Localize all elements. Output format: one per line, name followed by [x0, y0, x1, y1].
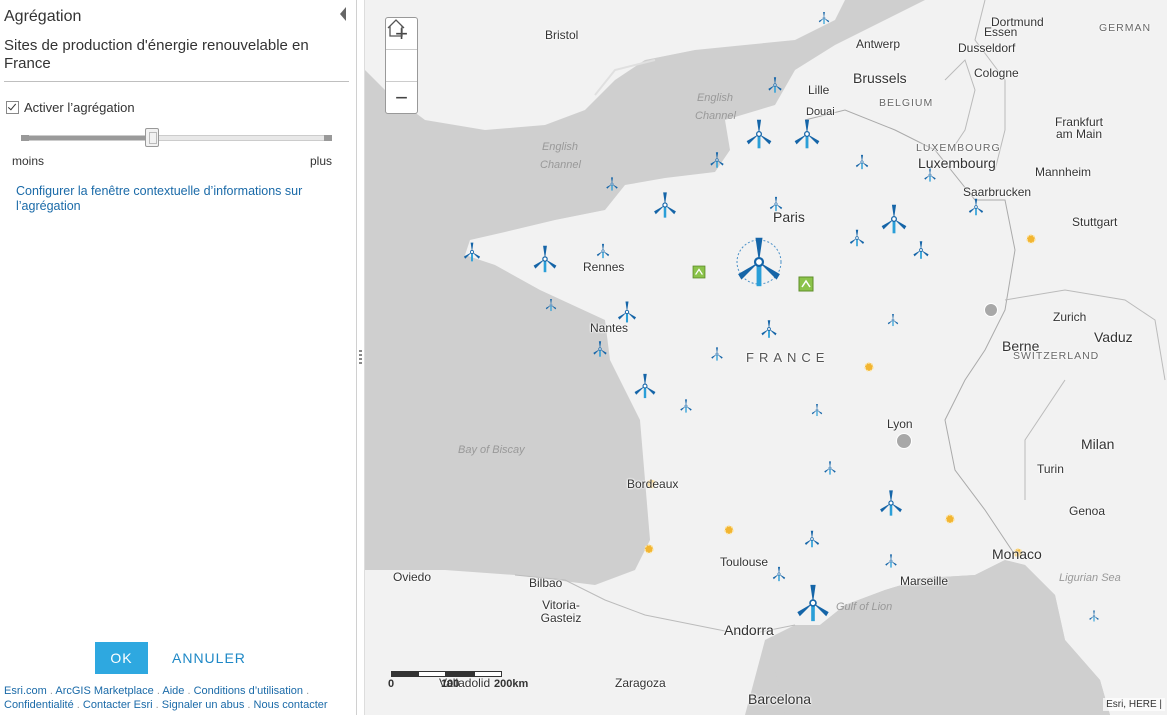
map-view[interactable]: + − Bristol Antwerp Dortmund Essen Dusse… — [364, 0, 1167, 715]
map-label-english-channel-1: English Channel — [695, 92, 736, 122]
panel-title: Agrégation — [4, 8, 82, 25]
map-label-belgium: BELGIUM — [879, 97, 934, 109]
map-label-oviedo: Oviedo — [393, 570, 432, 584]
slider-start-cap — [21, 135, 29, 141]
footer-link-help[interactable]: Aide — [162, 685, 184, 697]
map-label-nantes: Nantes — [590, 321, 629, 335]
map-label-lyon: Lyon — [887, 417, 913, 431]
zoom-controls: + − — [385, 17, 418, 114]
footer-link-contact-esri[interactable]: Contacter Esri — [83, 699, 153, 711]
map-label-turin: Turin — [1037, 462, 1064, 476]
map-label-paris: Paris — [773, 209, 805, 225]
map-label-bilbao: Bilbao — [529, 576, 563, 590]
map-label-zaragoza: Zaragoza — [615, 676, 666, 690]
scale-segment-4 — [474, 671, 502, 677]
map-label-bristol: Bristol — [545, 28, 579, 42]
footer-link-contact-us[interactable]: Nous contacter — [254, 699, 328, 711]
map-label-gulf-of-lion: Gulf of Lion — [836, 601, 893, 613]
zoom-out-button[interactable]: − — [386, 81, 417, 113]
configure-popup-link[interactable]: Configurer la fenêtre contextuelle d’inf… — [16, 184, 346, 214]
map-attribution: Esri, HERE | — [1103, 698, 1165, 711]
footer-link-esri[interactable]: Esri.com — [4, 685, 47, 697]
slider-max-label: plus — [310, 154, 333, 168]
map-label-marseille: Marseille — [900, 574, 949, 588]
map-label-genoa: Genoa — [1069, 504, 1106, 518]
map-label-switzerland: SWITZERLAND — [1013, 350, 1100, 362]
layer-title: Sites de production d'énergie renouvelab… — [4, 37, 349, 82]
home-icon — [387, 19, 405, 37]
scale-label-max: 200km — [494, 678, 529, 690]
cancel-button[interactable]: ANNULER — [172, 650, 246, 666]
map-label-essen: Essen — [984, 25, 1018, 39]
map-label-bay-of-biscay: Bay of Biscay — [458, 444, 525, 456]
enable-aggregation-label[interactable]: Activer l’agrégation — [24, 100, 135, 115]
footer-link-marketplace[interactable]: ArcGIS Marketplace — [55, 685, 153, 697]
enable-aggregation-checkbox[interactable] — [6, 101, 19, 114]
map-label-mannheim: Mannheim — [1035, 165, 1092, 179]
map-label-vaduz: Vaduz — [1094, 329, 1133, 345]
slider-fill — [22, 136, 152, 140]
map-label-saarbrucken: Saarbrucken — [963, 185, 1032, 199]
map-label-germany: GERMAN — [1099, 22, 1152, 34]
map-label-france: FRANCE — [746, 350, 830, 365]
map-label-bordeaux: Bordeaux — [627, 477, 679, 491]
aggregation-slider[interactable] — [21, 135, 332, 141]
map-label-rennes: Rennes — [583, 260, 625, 274]
map-label-ligurian-sea: Ligurian Sea — [1059, 572, 1121, 584]
map-label-antwerp: Antwerp — [856, 37, 901, 51]
scale-label-zero: 0 — [388, 678, 395, 690]
slider-end-cap — [324, 135, 332, 141]
map-label-luxembourg-country: LUXEMBOURG — [916, 142, 1001, 154]
scale-segment-3 — [446, 671, 474, 677]
home-button[interactable] — [386, 19, 417, 81]
map-label-toulouse: Toulouse — [720, 555, 769, 569]
map-label-dusseldorf: Dusseldorf — [958, 41, 1016, 55]
map-label-cologne: Cologne — [974, 66, 1019, 80]
footer-links: Esri.com . ArcGIS Marketplace . Aide . C… — [4, 685, 328, 711]
scale-bar — [391, 671, 503, 677]
map-label-brussels: Brussels — [853, 70, 907, 86]
map-label-frankfurt: Frankfurt am Main — [1054, 115, 1103, 141]
map-label-barcelona: Barcelona — [748, 691, 812, 707]
map-label-milan: Milan — [1081, 436, 1115, 452]
scale-segment-1 — [391, 671, 419, 677]
footer-link-terms[interactable]: Conditions d’utilisation — [194, 685, 303, 697]
slider-min-label: moins — [12, 154, 45, 168]
map-label-stuttgart: Stuttgart — [1072, 215, 1118, 229]
scale-segment-2 — [418, 671, 446, 677]
footer-link-privacy[interactable]: Confidentialité — [4, 699, 74, 711]
map-label-english-channel-2: English Channel — [540, 141, 581, 171]
collapse-panel-icon[interactable] — [340, 7, 346, 21]
scale-label-mid: 100 — [441, 678, 460, 690]
footer-link-report-abuse[interactable]: Signaler un abus — [162, 699, 245, 711]
enable-aggregation-row[interactable]: Activer l’agrégation — [6, 100, 135, 115]
panel-splitter-handle[interactable] — [359, 350, 362, 366]
map-label-vitoria: Vitoria-Gasteiz — [540, 598, 582, 625]
map-label-douai: Douai — [806, 106, 835, 118]
ok-button[interactable]: OK — [95, 642, 148, 674]
map-label-monaco: Monaco — [992, 546, 1042, 562]
aggregation-panel: Agrégation Sites de production d'énergie… — [0, 0, 357, 715]
slider-thumb[interactable] — [145, 128, 159, 147]
map-label-lille: Lille — [808, 83, 830, 97]
map-label-zurich: Zurich — [1053, 310, 1087, 324]
map-label-luxembourg: Luxembourg — [918, 155, 996, 171]
map-label-andorra: Andorra — [724, 622, 774, 638]
